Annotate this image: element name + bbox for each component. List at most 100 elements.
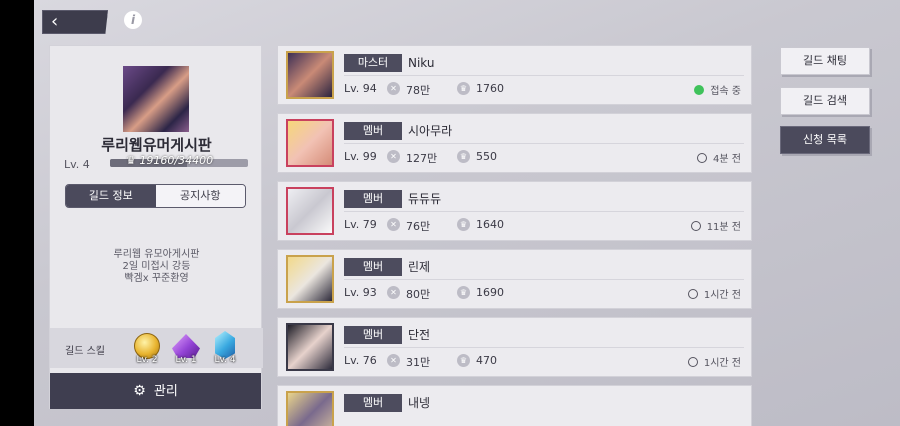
- member-name: 듀듀듀: [408, 192, 442, 206]
- member-power: 80만: [406, 288, 431, 301]
- trophy-icon: ♛: [457, 82, 470, 95]
- member-name: 단전: [408, 328, 431, 342]
- divider: [344, 75, 744, 76]
- member-status-text: 1시간 전: [703, 290, 741, 301]
- guild-exp-text: ♛ 19160/34400: [126, 154, 213, 167]
- member-status: 접속 중: [694, 82, 741, 97]
- member-level: Lv. 79: [344, 218, 377, 231]
- member-name: 내넹: [408, 396, 431, 410]
- sword-icon: ✕: [387, 150, 400, 163]
- guild-chat-button[interactable]: 길드 채팅: [780, 47, 870, 75]
- divider: [344, 143, 744, 144]
- member-power: 78만: [406, 84, 431, 97]
- guild-skills: 길드 스킬 Lv. 2 Lv. 1 Lv. 4: [50, 328, 263, 368]
- member-card[interactable]: 멤버 내넹: [277, 385, 752, 426]
- guild-search-button[interactable]: 길드 검색: [780, 87, 870, 115]
- guild-exp-value: 19160/34400: [139, 154, 214, 167]
- member-list[interactable]: 마스터 Niku Lv. 94 ✕ 78만 ♛ 1760 접속 중 멤버 시아무…: [277, 45, 752, 426]
- member-contribution: 550: [476, 150, 497, 163]
- skill-level: Lv. 4: [214, 355, 236, 365]
- member-avatar: [286, 391, 334, 426]
- member-name: 린제: [408, 260, 431, 274]
- application-list-button[interactable]: 신청 목록: [780, 126, 870, 154]
- member-power: 31만: [406, 356, 431, 369]
- skill-gem[interactable]: Lv. 4: [208, 331, 242, 365]
- member-card[interactable]: 멤버 듀듀듀 Lv. 79 ✕ 76만 ♛ 1640 11분 전: [277, 181, 752, 241]
- divider: [344, 279, 744, 280]
- member-avatar: [286, 187, 334, 235]
- skill-level: Lv. 1: [175, 355, 197, 365]
- member-power: 127만: [406, 152, 438, 165]
- guild-notice: 루리웹 유모아게시판 2일 미접시 강등 빡겜x 꾸준환영: [50, 249, 263, 285]
- notice-line: 빡겜x 꾸준환영: [124, 273, 189, 284]
- divider: [344, 347, 744, 348]
- trophy-icon: ♛: [126, 154, 136, 167]
- member-card[interactable]: 마스터 Niku Lv. 94 ✕ 78만 ♛ 1760 접속 중: [277, 45, 752, 105]
- back-arrow-icon: ‹: [51, 11, 59, 32]
- member-avatar: [286, 51, 334, 99]
- member-status: 11분 전: [690, 218, 741, 233]
- sword-icon: ✕: [387, 354, 400, 367]
- member-card[interactable]: 멤버 시아무라 Lv. 99 ✕ 127만 ♛ 550 4분 전: [277, 113, 752, 173]
- sword-icon: ✕: [387, 82, 400, 95]
- member-status-text: 11분 전: [706, 222, 741, 233]
- sword-icon: ✕: [387, 286, 400, 299]
- back-button[interactable]: ‹: [42, 10, 108, 34]
- member-avatar: [286, 255, 334, 303]
- guild-screen: ‹ i 루리웹유머게시판 Lv. 4 ♛ 19160/34400 길드 정보 공…: [34, 0, 900, 426]
- member-level: Lv. 99: [344, 150, 377, 163]
- trophy-icon: ♛: [457, 218, 470, 231]
- info-icon[interactable]: i: [124, 11, 142, 29]
- guild-name: 루리웹유머게시판: [101, 136, 212, 154]
- trophy-icon: ♛: [457, 354, 470, 367]
- skill-crystal[interactable]: Lv. 1: [169, 331, 203, 365]
- skill-gold[interactable]: Lv. 2: [130, 331, 164, 365]
- guild-info-panel: 루리웹유머게시판 Lv. 4 ♛ 19160/34400 길드 정보 공지사항 …: [49, 45, 263, 409]
- member-status-text: 4분 전: [713, 154, 741, 165]
- member-avatar: [286, 323, 334, 371]
- member-status-text: 1시간 전: [703, 358, 741, 369]
- skill-level: Lv. 2: [136, 355, 158, 365]
- member-level: Lv. 76: [344, 354, 377, 367]
- clock-icon: [690, 220, 701, 231]
- member-status: 1시간 전: [687, 354, 741, 369]
- member-contribution: 1760: [476, 82, 504, 95]
- member-name: 시아무라: [408, 124, 453, 138]
- tab-notice[interactable]: 공지사항: [155, 185, 245, 207]
- trophy-icon: ♛: [457, 150, 470, 163]
- member-level: Lv. 94: [344, 82, 377, 95]
- role-badge: 멤버: [344, 326, 402, 344]
- clock-icon: [687, 356, 698, 367]
- tab-guild-info[interactable]: 길드 정보: [66, 185, 156, 207]
- role-badge: 멤버: [344, 258, 402, 276]
- role-badge: 멤버: [344, 190, 402, 208]
- member-status: 1시간 전: [687, 286, 741, 301]
- role-badge: 마스터: [344, 54, 402, 72]
- member-status: 4분 전: [697, 150, 741, 165]
- member-power: 76만: [406, 220, 431, 233]
- online-dot-icon: [694, 84, 705, 95]
- member-level: Lv. 93: [344, 286, 377, 299]
- role-badge: 멤버: [344, 122, 402, 140]
- guild-level: Lv. 4: [64, 158, 90, 171]
- manage-label: 관리: [153, 384, 178, 399]
- manage-button[interactable]: ⚙ 관리: [50, 373, 261, 409]
- role-badge: 멤버: [344, 394, 402, 412]
- member-contribution: 1690: [476, 286, 504, 299]
- member-avatar: [286, 119, 334, 167]
- guild-emblem-image: [123, 66, 189, 132]
- member-status-text: 접속 중: [710, 86, 741, 97]
- guild-tabs: 길드 정보 공지사항: [65, 184, 246, 208]
- sword-icon: ✕: [387, 218, 400, 231]
- member-contribution: 470: [476, 354, 497, 367]
- divider: [344, 211, 744, 212]
- member-contribution: 1640: [476, 218, 504, 231]
- guild-skills-label: 길드 스킬: [65, 346, 105, 357]
- gear-icon: ⚙: [133, 383, 146, 399]
- member-name: Niku: [408, 56, 435, 70]
- trophy-icon: ♛: [457, 286, 470, 299]
- member-card[interactable]: 멤버 린제 Lv. 93 ✕ 80만 ♛ 1690 1시간 전: [277, 249, 752, 309]
- notice-line: 루리웹 유모아게시판: [113, 249, 200, 260]
- member-card[interactable]: 멤버 단전 Lv. 76 ✕ 31만 ♛ 470 1시간 전: [277, 317, 752, 377]
- clock-icon: [687, 288, 698, 299]
